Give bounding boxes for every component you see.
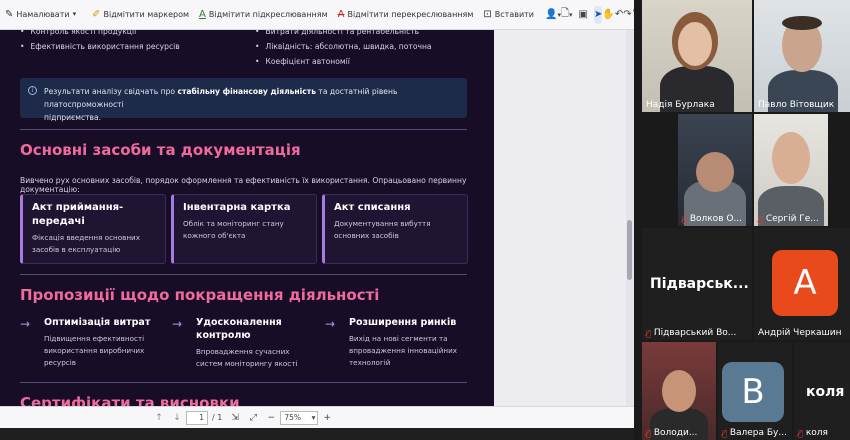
section-divider bbox=[20, 274, 467, 275]
participant-display-name: коля bbox=[806, 384, 845, 400]
section-divider bbox=[20, 382, 467, 383]
participant-name: 🎙̸ Володи... bbox=[646, 428, 698, 438]
page-number-input[interactable]: 1 bbox=[186, 410, 208, 425]
section-divider bbox=[20, 129, 467, 130]
undo-icon[interactable]: ↶ bbox=[615, 6, 623, 24]
proposal-item: → Розширення ринків Вихід на нові сегмен… bbox=[325, 317, 458, 367]
image-icon[interactable]: ▣ bbox=[579, 6, 588, 24]
camera-feed bbox=[678, 114, 752, 226]
document-icon[interactable]: 🗋 bbox=[561, 6, 569, 24]
list-item: Витрати діяльності та рентабельність bbox=[255, 30, 432, 39]
strikethrough-button[interactable]: A Відмітити перекреслюванням bbox=[333, 4, 479, 26]
participant-tile[interactable]: Павло Вітовщик bbox=[754, 0, 850, 112]
doc-card: Інвентарна картка Облік та моніторинг ст… bbox=[171, 194, 317, 264]
fit-width-icon[interactable]: ⇲ bbox=[226, 410, 244, 426]
hand-icon[interactable]: ✋ bbox=[602, 6, 614, 24]
proposal-item: → Удосконалення контролю Впровадження су… bbox=[172, 317, 298, 368]
avatar: А bbox=[772, 250, 838, 316]
arrow-right-icon: → bbox=[20, 317, 31, 331]
zoom-out-icon[interactable]: − bbox=[262, 410, 280, 426]
participant-display-name: Підварськ... bbox=[650, 276, 749, 292]
chevron-down-icon: ▾ bbox=[72, 10, 77, 18]
participant-name: 🎙̸ Волков О... bbox=[682, 214, 743, 224]
zoom-select[interactable]: 75% ▾ bbox=[280, 410, 319, 425]
camera-feed bbox=[642, 0, 752, 112]
camera-feed bbox=[754, 114, 828, 226]
highlight-button[interactable]: ✐ Відмітити маркером bbox=[87, 4, 194, 26]
insert-button[interactable]: ⊡ Вставити bbox=[478, 4, 539, 26]
zoom-in-icon[interactable]: + bbox=[318, 410, 336, 426]
section-title: Сертифікати та висновки bbox=[20, 394, 240, 406]
participant-name: 🎙̸ Валера Бу... bbox=[722, 428, 787, 438]
pdf-page: Контроль якості продукції Ефективність в… bbox=[0, 30, 494, 406]
arrow-up-icon[interactable]: ↑ bbox=[150, 410, 168, 426]
participant-name: Павло Вітовщик bbox=[758, 100, 835, 110]
doc-card: Акт приймання-передачі Фіксація введення… bbox=[20, 194, 166, 264]
proposal-item: → Оптимізація витрат Підвищення ефективн… bbox=[20, 317, 151, 367]
camera-feed bbox=[642, 342, 716, 440]
list-item: Контроль якості продукції bbox=[20, 30, 180, 39]
participant-name: Надія Бурлака bbox=[646, 100, 715, 110]
page-navigation-bar: ↑ ↓ 1 / 1 ⇲ ⤢ − 75% ▾ + bbox=[0, 406, 634, 428]
pdf-viewer: ✎ Намалювати ▾ ✐ Відмітити маркером A Ві… bbox=[0, 0, 634, 428]
arrow-down-icon[interactable]: ↓ bbox=[168, 410, 186, 426]
annotation-toolbar: ✎ Намалювати ▾ ✐ Відмітити маркером A Ві… bbox=[0, 0, 634, 30]
user-icon[interactable]: 👤 bbox=[545, 6, 557, 24]
participant-tile[interactable]: Надія Бурлака bbox=[642, 0, 752, 112]
participant-tile[interactable]: 🎙̸ Володи... bbox=[642, 342, 716, 440]
list-item: Ефективність використання ресурсів bbox=[20, 39, 179, 54]
arrow-right-icon: → bbox=[172, 317, 183, 331]
mic-off-icon: 🎙̸ bbox=[722, 428, 727, 438]
info-callout: i Результати аналізу свідчать про стабіл… bbox=[20, 78, 467, 122]
underline-button[interactable]: A Відмітити підкреслюванням bbox=[194, 4, 333, 26]
camera-feed bbox=[754, 0, 850, 112]
draw-button[interactable]: ✎ Намалювати ▾ bbox=[0, 4, 81, 26]
select-pointer-icon[interactable]: ➤ bbox=[594, 5, 603, 24]
mic-off-icon: 🎙̸ bbox=[646, 328, 651, 338]
participant-name: 🎙̸ коля bbox=[798, 428, 828, 438]
vertical-scrollbar[interactable] bbox=[626, 30, 634, 406]
list-item: Коефіцієнт автономії bbox=[255, 54, 432, 69]
list-item: Ліквідність: абсолютна, швидка, поточна bbox=[255, 39, 431, 54]
participant-tile[interactable]: коля 🎙̸ коля bbox=[794, 342, 850, 440]
participant-name: Андрій Черкашин bbox=[758, 328, 842, 338]
left-bullet-list: Контроль якості продукції Ефективність в… bbox=[20, 30, 180, 54]
fit-page-icon[interactable]: ⤢ bbox=[244, 410, 262, 426]
doc-card: Акт списання Документування вибуття осно… bbox=[322, 194, 468, 264]
arrow-right-icon: → bbox=[325, 317, 336, 331]
marker-icon: ✐ bbox=[92, 8, 101, 20]
participant-name: 🎙̸ Сергій Ге... bbox=[758, 214, 819, 224]
underline-icon: A bbox=[199, 8, 206, 20]
mic-off-icon: 🎙̸ bbox=[646, 428, 651, 438]
redo-icon[interactable]: ↷ bbox=[623, 6, 631, 24]
mic-off-icon: 🎙̸ bbox=[798, 428, 803, 438]
avatar: В bbox=[722, 362, 784, 422]
chevron-down-icon: ▾ bbox=[311, 412, 316, 422]
chevron-down-icon[interactable]: ▾ bbox=[569, 6, 573, 24]
scroll-thumb[interactable] bbox=[627, 220, 632, 280]
page-total: / 1 bbox=[212, 413, 223, 422]
participant-tile[interactable]: А Андрій Черкашин bbox=[754, 228, 850, 340]
strikethrough-icon: A bbox=[337, 8, 345, 20]
mic-off-icon: 🎙̸ bbox=[758, 214, 763, 224]
participants-panel: Надія Бурлака Павло Вітовщик 🎙̸ Волков О.… bbox=[634, 0, 850, 440]
insert-icon: ⊡ bbox=[483, 8, 492, 20]
participant-tile[interactable]: 🎙̸ Сергій Ге... bbox=[754, 114, 828, 226]
pen-icon: ✎ bbox=[5, 8, 14, 20]
participant-tile[interactable]: В 🎙̸ Валера Бу... bbox=[718, 342, 792, 440]
participant-name: 🎙̸ Підварський Во... bbox=[646, 328, 737, 338]
participant-tile[interactable]: Підварськ... 🎙̸ Підварський Во... bbox=[642, 228, 752, 340]
section-title: Основні засоби та документація bbox=[20, 141, 301, 159]
page-background bbox=[494, 30, 634, 406]
right-bullet-list: Витрати діяльності та рентабельність Лік… bbox=[255, 30, 432, 69]
participant-tile[interactable]: 🎙̸ Волков О... bbox=[678, 114, 752, 226]
section-intro: Вивчено рух основних засобів, порядок оф… bbox=[20, 176, 467, 194]
info-icon: i bbox=[28, 86, 37, 95]
mic-off-icon: 🎙̸ bbox=[682, 214, 687, 224]
section-title: Пропозиції щодо покращення діяльності bbox=[20, 286, 380, 304]
